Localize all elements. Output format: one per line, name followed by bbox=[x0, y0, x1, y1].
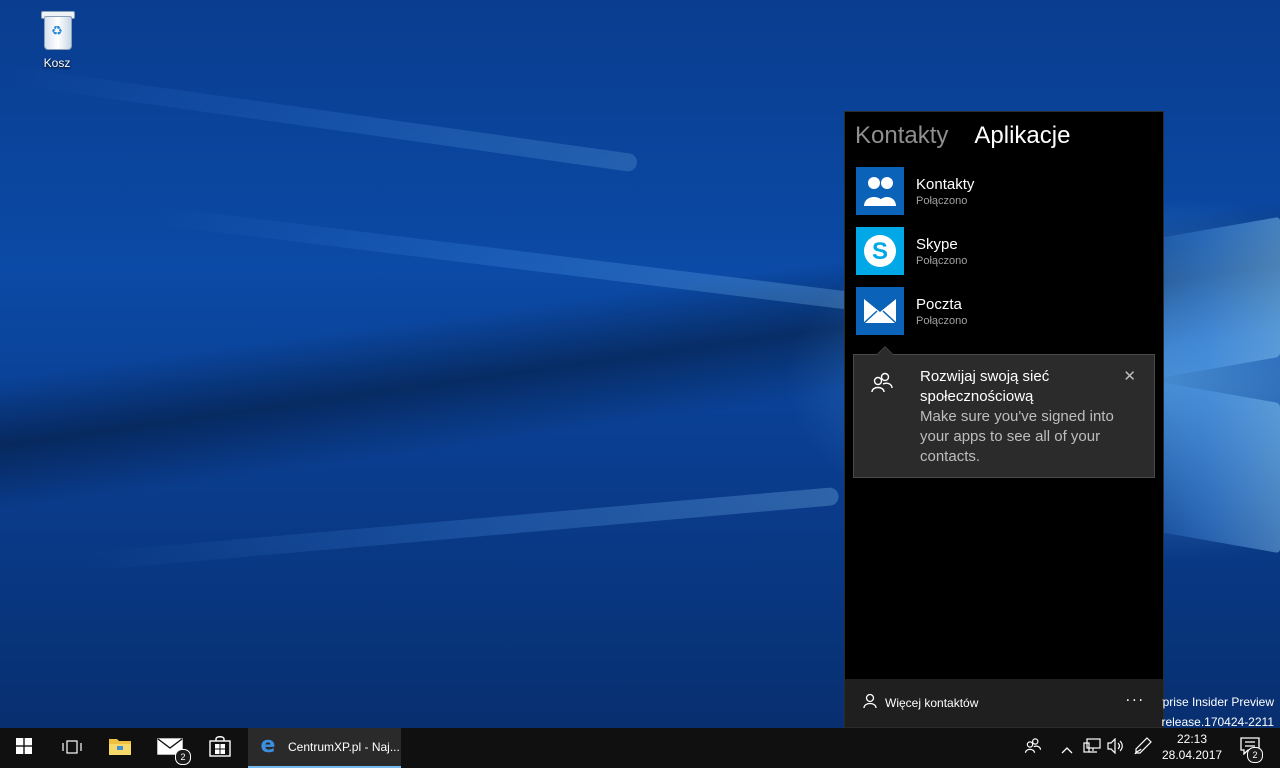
app-status: Połączono bbox=[916, 314, 968, 327]
store-button[interactable] bbox=[196, 728, 244, 768]
tab-contacts[interactable]: Kontakty bbox=[855, 122, 948, 150]
app-name: Skype bbox=[916, 235, 958, 253]
people-taskbar-button[interactable] bbox=[1018, 728, 1048, 768]
wallpaper-beam bbox=[151, 206, 869, 312]
file-explorer-button[interactable] bbox=[96, 728, 144, 768]
pen-icon bbox=[1134, 737, 1152, 759]
mail-badge: 2 bbox=[175, 749, 191, 765]
clock-date: 28.04.2017 bbox=[1162, 748, 1223, 762]
wallpaper-beam bbox=[1, 65, 639, 173]
people-outline-icon bbox=[870, 371, 894, 395]
edge-icon: e bbox=[258, 733, 278, 759]
task-view-icon bbox=[62, 739, 82, 758]
more-options-icon[interactable]: ··· bbox=[1126, 693, 1145, 709]
people-icon bbox=[856, 167, 904, 215]
callout-body: Make sure you've signed into your apps t… bbox=[920, 408, 1114, 465]
people-tabs: Kontakty Aplikacje bbox=[855, 122, 1070, 150]
network-button[interactable] bbox=[1080, 728, 1104, 768]
clock-time: 22:13 bbox=[1176, 732, 1208, 746]
skype-icon: S bbox=[856, 227, 904, 275]
speaker-icon bbox=[1107, 737, 1125, 758]
network-icon bbox=[1083, 738, 1101, 758]
more-contacts-button[interactable]: Więcej kontaktów bbox=[863, 693, 978, 713]
windows-ink-button[interactable] bbox=[1130, 728, 1156, 768]
more-contacts-label: Więcej kontaktów bbox=[885, 696, 979, 710]
person-icon bbox=[863, 693, 877, 713]
edge-window-title: CentrumXP.pl - Naj... bbox=[288, 740, 400, 754]
svg-text:e: e bbox=[261, 735, 276, 755]
people-panel: Kontakty Aplikacje Kontakty Połączono S … bbox=[844, 111, 1164, 728]
taskbar: 2 e CentrumXP.pl - Naj... 22:13 28.04.20… bbox=[0, 728, 1280, 768]
taskbar-clock[interactable]: 22:13 28.04.2017 bbox=[1162, 731, 1222, 763]
mail-icon bbox=[856, 287, 904, 335]
social-network-callout: Rozwijaj swoją sieć społecznościową Make… bbox=[853, 346, 1155, 478]
build-watermark: rprise Insider Preview erelease.170424-2… bbox=[1162, 692, 1274, 732]
app-status: Połączono bbox=[916, 194, 968, 207]
wallpaper-beam bbox=[80, 486, 840, 572]
people-outline-icon bbox=[1024, 737, 1042, 759]
app-row-contacts[interactable]: Kontakty Połączono bbox=[856, 166, 1156, 216]
svg-text:S: S bbox=[872, 238, 888, 265]
people-panel-footer: Więcej kontaktów ··· bbox=[845, 679, 1163, 727]
notifications-badge: 2 bbox=[1247, 747, 1263, 763]
app-name: Poczta bbox=[916, 295, 962, 313]
callout-title: Rozwijaj swoją sieć społecznościową bbox=[920, 368, 1050, 405]
close-icon[interactable]: ✕ bbox=[1123, 367, 1136, 385]
tab-apps[interactable]: Aplikacje bbox=[974, 122, 1070, 150]
app-row-mail[interactable]: Poczta Połączono bbox=[856, 286, 1156, 336]
app-name: Kontakty bbox=[916, 175, 975, 193]
app-status: Połączono bbox=[916, 254, 968, 267]
action-center-button[interactable]: 2 bbox=[1230, 728, 1270, 768]
callout-arrow bbox=[876, 346, 894, 355]
chevron-up-icon bbox=[1061, 739, 1073, 758]
windows-logo-icon bbox=[16, 738, 32, 758]
recycle-bin-shortcut[interactable]: ♻ Kosz bbox=[26, 8, 88, 70]
store-bag-icon bbox=[209, 735, 231, 761]
edge-taskbar-button[interactable]: e CentrumXP.pl - Naj... bbox=[248, 728, 401, 768]
start-button[interactable] bbox=[0, 728, 48, 768]
task-view-button[interactable] bbox=[48, 728, 96, 768]
recycle-bin-icon: ♻ bbox=[38, 8, 76, 50]
volume-button[interactable] bbox=[1104, 728, 1128, 768]
folder-icon bbox=[108, 736, 132, 760]
recycle-bin-label: Kosz bbox=[43, 56, 71, 70]
watermark-line-1: rprise Insider Preview bbox=[1162, 695, 1274, 709]
show-hidden-icons-button[interactable] bbox=[1056, 728, 1078, 768]
app-row-skype[interactable]: S Skype Połączono bbox=[856, 226, 1156, 276]
mail-taskbar-button[interactable]: 2 bbox=[146, 728, 194, 768]
